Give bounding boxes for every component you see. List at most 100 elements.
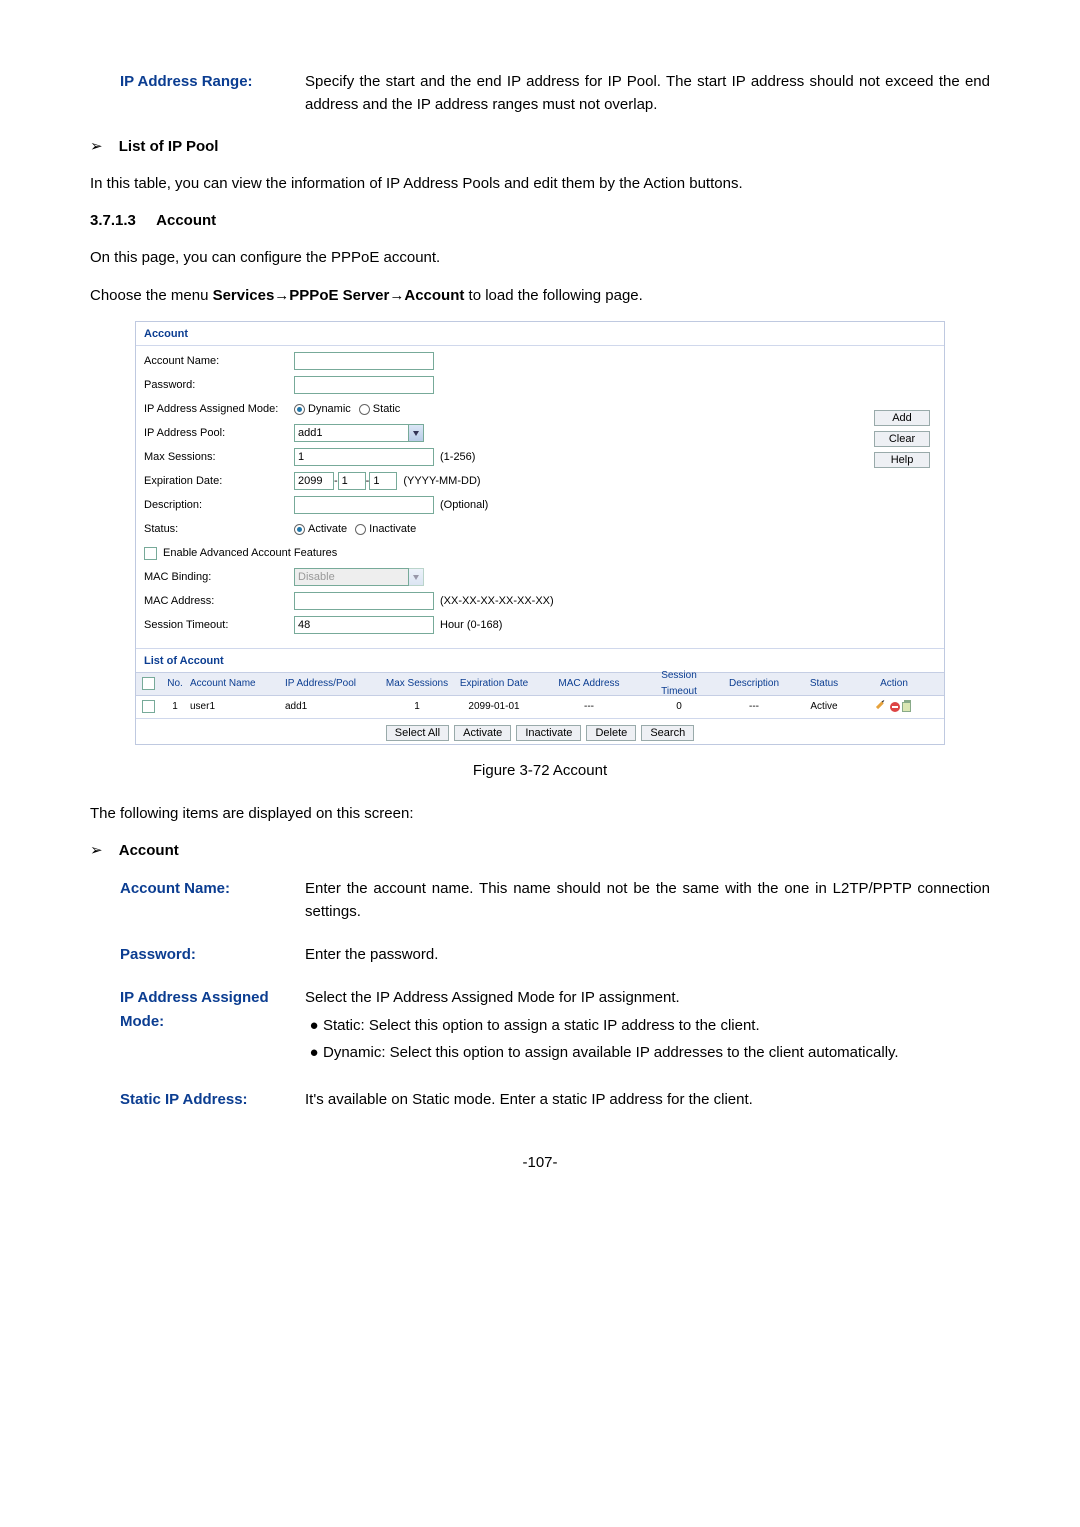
exp-month-input[interactable] (338, 472, 366, 490)
max-sessions-label: Max Sessions: (144, 449, 294, 466)
field-value: Enter the password. (305, 943, 990, 966)
col-action: Action (854, 676, 934, 692)
radio-dynamic[interactable]: Dynamic (294, 401, 351, 418)
mac-address-label: MAC Address: (144, 593, 294, 610)
ip-address-range-field: IP Address Range: Specify the start and … (120, 70, 990, 117)
cell-account: user1 (190, 699, 285, 715)
field-value: Select the IP Address Assigned Mode for … (305, 986, 990, 1068)
help-button[interactable]: Help (874, 452, 930, 468)
chevron-down-icon[interactable] (409, 424, 424, 442)
cell-no: 1 (160, 699, 190, 715)
radio-dot-on-icon (294, 404, 305, 415)
arrow-icon: ➢ (90, 842, 103, 859)
menu-prefix: Choose the menu (90, 287, 213, 304)
row-checkbox[interactable] (142, 700, 155, 713)
def-static-ip: Static IP Address: It's available on Sta… (120, 1088, 990, 1111)
exp-day-input[interactable] (369, 472, 397, 490)
cell-desc: --- (714, 699, 794, 715)
mac-address-input[interactable] (294, 592, 434, 610)
password-label: Password: (144, 377, 294, 394)
radio-activate[interactable]: Activate (294, 521, 347, 538)
bullet-icon: ● (305, 1014, 323, 1037)
radio-dot-icon (355, 524, 366, 535)
ip-pool-select[interactable] (294, 424, 409, 442)
max-sessions-hint: (1-256) (440, 449, 475, 466)
exp-year-input[interactable] (294, 472, 334, 490)
search-button[interactable]: Search (641, 725, 694, 741)
max-sessions-input[interactable] (294, 448, 434, 466)
delete-icon[interactable] (902, 702, 911, 712)
description-label: Description: (144, 497, 294, 514)
select-all-checkbox[interactable] (142, 677, 155, 690)
col-max-sessions: Max Sessions (380, 676, 454, 692)
inactivate-button[interactable]: Inactivate (516, 725, 581, 741)
description-input[interactable] (294, 496, 434, 514)
ip-mode-label: IP Address Assigned Mode: (144, 401, 294, 418)
delete-button[interactable]: Delete (586, 725, 636, 741)
session-timeout-label: Session Timeout: (144, 617, 294, 634)
mac-binding-select (294, 568, 409, 586)
exp-date-hint: (YYYY-MM-DD) (403, 473, 480, 490)
mac-binding-label: MAC Binding: (144, 569, 294, 586)
field-label: IP Address Range: (120, 70, 305, 93)
ip-pool-label: IP Address Pool: (144, 425, 294, 442)
add-button[interactable]: Add (874, 410, 930, 426)
cell-mac: --- (534, 699, 644, 715)
col-session-timeout: Session Timeout (644, 668, 714, 699)
list-title: List of Account (136, 648, 944, 672)
figure-caption: Figure 3-72 Account (90, 759, 990, 782)
section-number: 3.7.1.3 (90, 212, 136, 229)
menu-suffix: to load the following page. (464, 287, 642, 304)
radio-static[interactable]: Static (359, 401, 401, 418)
cell-pool: add1 (285, 699, 380, 715)
col-status: Status (794, 676, 854, 692)
def-account-name: Account Name: Enter the account name. Th… (120, 877, 990, 924)
bullet-text: Dynamic: Select this option to assign av… (323, 1041, 990, 1064)
disable-icon[interactable] (890, 702, 900, 712)
section-intro: On this page, you can configure the PPPo… (90, 246, 990, 269)
def-ip-mode: IP Address Assigned Mode: Select the IP … (120, 986, 990, 1068)
menu-path: Choose the menu Services→PPPoE Server→Ac… (90, 284, 990, 307)
page-number: -107- (90, 1151, 990, 1174)
heading-text: Account (119, 842, 179, 859)
bullet-text: Static: Select this option to assign a s… (323, 1014, 990, 1037)
account-name-input[interactable] (294, 352, 434, 370)
figure-account-form: Account Account Name: Password: IP Addre… (135, 321, 945, 745)
select-all-button[interactable]: Select All (386, 725, 449, 741)
chevron-down-icon (409, 568, 424, 586)
account-form-body: Account Name: Password: IP Address Assig… (136, 345, 944, 648)
figure-title: Account (136, 322, 944, 345)
col-description: Description (714, 676, 794, 692)
exp-date-label: Expiration Date: (144, 473, 294, 490)
radio-dot-icon (359, 404, 370, 415)
radio-dot-on-icon (294, 524, 305, 535)
description-hint: (Optional) (440, 497, 488, 514)
displayed-intro: The following items are displayed on thi… (90, 802, 990, 825)
field-label: IP Address Assigned Mode: (120, 986, 305, 1033)
status-label: Status: (144, 521, 294, 538)
session-timeout-input[interactable] (294, 616, 434, 634)
enable-advanced-checkbox[interactable] (144, 547, 157, 560)
col-mac: MAC Address (534, 676, 644, 692)
cell-actions (854, 702, 934, 712)
table-row: 1 user1 add1 1 2099-01-01 --- 0 --- Acti… (136, 696, 944, 718)
field-label: Static IP Address: (120, 1088, 305, 1111)
field-label: Password: (120, 943, 305, 966)
session-timeout-hint: Hour (0-168) (440, 617, 502, 634)
side-buttons: Add Clear Help (874, 410, 930, 468)
section-header: 3.7.1.3 Account (90, 209, 990, 232)
menu-bold: Services→PPPoE Server→Account (213, 287, 465, 304)
radio-inactivate[interactable]: Inactivate (355, 521, 416, 538)
clear-button[interactable]: Clear (874, 431, 930, 447)
edit-icon[interactable] (875, 700, 889, 714)
field-label: Account Name: (120, 877, 305, 900)
cell-status: Active (794, 699, 854, 715)
mac-address-hint: (XX-XX-XX-XX-XX-XX) (440, 593, 554, 610)
password-input[interactable] (294, 376, 434, 394)
cell-exp: 2099-01-01 (454, 699, 534, 715)
list-of-ip-pool-heading: ➢ List of IP Pool (90, 135, 990, 158)
heading-text: List of IP Pool (119, 138, 219, 155)
section-title: Account (156, 212, 216, 229)
col-no: No. (160, 676, 190, 692)
activate-button[interactable]: Activate (454, 725, 511, 741)
